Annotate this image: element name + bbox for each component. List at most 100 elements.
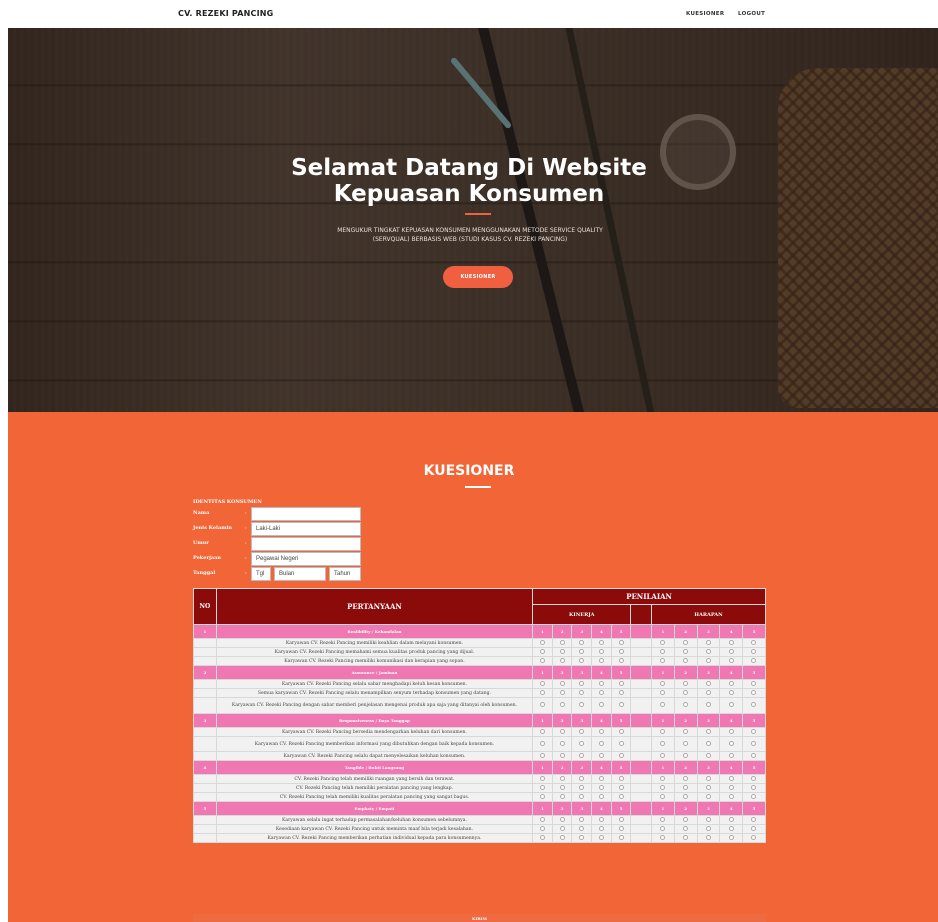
kinerja-radio[interactable] xyxy=(539,680,545,686)
kinerja-radio[interactable] xyxy=(579,728,585,734)
kinerja-radio[interactable] xyxy=(579,825,585,831)
harapan-radio[interactable] xyxy=(728,834,734,840)
harapan-radio[interactable] xyxy=(751,702,757,707)
kinerja-radio[interactable] xyxy=(618,752,624,758)
harapan-radio[interactable] xyxy=(683,816,689,822)
jenis-kelamin-select[interactable]: Laki-Laki xyxy=(251,522,361,536)
kinerja-radio[interactable] xyxy=(539,657,545,663)
harapan-radio[interactable] xyxy=(683,825,689,831)
harapan-radio[interactable] xyxy=(683,793,689,799)
nama-input[interactable] xyxy=(251,507,361,521)
kinerja-radio[interactable] xyxy=(618,825,624,831)
harapan-radio[interactable] xyxy=(705,648,711,654)
kinerja-radio[interactable] xyxy=(598,816,604,822)
harapan-radio[interactable] xyxy=(751,740,757,746)
harapan-radio[interactable] xyxy=(751,689,757,695)
kinerja-radio[interactable] xyxy=(559,680,565,686)
kinerja-radio[interactable] xyxy=(598,648,604,654)
kinerja-radio[interactable] xyxy=(539,752,545,758)
kinerja-radio[interactable] xyxy=(579,793,585,799)
kinerja-radio[interactable] xyxy=(598,639,604,645)
harapan-radio[interactable] xyxy=(728,680,734,686)
kinerja-radio[interactable] xyxy=(579,657,585,663)
harapan-radio[interactable] xyxy=(683,728,689,734)
kinerja-radio[interactable] xyxy=(539,689,545,695)
kinerja-radio[interactable] xyxy=(539,648,545,654)
harapan-radio[interactable] xyxy=(751,680,757,686)
kinerja-radio[interactable] xyxy=(579,648,585,654)
kinerja-radio[interactable] xyxy=(559,752,565,758)
kinerja-radio[interactable] xyxy=(539,793,545,799)
harapan-radio[interactable] xyxy=(660,834,666,840)
kinerja-radio[interactable] xyxy=(579,702,585,707)
harapan-radio[interactable] xyxy=(751,728,757,734)
harapan-radio[interactable] xyxy=(751,775,757,781)
harapan-radio[interactable] xyxy=(705,793,711,799)
kinerja-radio[interactable] xyxy=(539,816,545,822)
nav-link-logout[interactable]: LOGOUT xyxy=(738,11,765,17)
kinerja-radio[interactable] xyxy=(598,689,604,695)
hero-kuesioner-button[interactable]: KUESIONER xyxy=(443,266,513,288)
kinerja-radio[interactable] xyxy=(579,834,585,840)
kinerja-radio[interactable] xyxy=(539,825,545,831)
brand-logo[interactable]: CV. REZEKI PANCING xyxy=(178,9,273,18)
kinerja-radio[interactable] xyxy=(559,834,565,840)
harapan-radio[interactable] xyxy=(751,834,757,840)
harapan-radio[interactable] xyxy=(683,639,689,645)
kinerja-radio[interactable] xyxy=(579,784,585,790)
harapan-radio[interactable] xyxy=(705,740,711,746)
submit-button[interactable]: KIRIM xyxy=(193,914,766,922)
harapan-radio[interactable] xyxy=(751,752,757,758)
harapan-radio[interactable] xyxy=(751,784,757,790)
kinerja-radio[interactable] xyxy=(559,784,565,790)
harapan-radio[interactable] xyxy=(660,648,666,654)
kinerja-radio[interactable] xyxy=(598,657,604,663)
kinerja-radio[interactable] xyxy=(579,689,585,695)
tanggal-bulan-input[interactable]: Bulan xyxy=(274,567,326,581)
harapan-radio[interactable] xyxy=(751,793,757,799)
kinerja-radio[interactable] xyxy=(598,825,604,831)
harapan-radio[interactable] xyxy=(728,752,734,758)
harapan-radio[interactable] xyxy=(660,775,666,781)
kinerja-radio[interactable] xyxy=(539,784,545,790)
harapan-radio[interactable] xyxy=(705,752,711,758)
kinerja-radio[interactable] xyxy=(618,657,624,663)
kinerja-radio[interactable] xyxy=(618,793,624,799)
kinerja-radio[interactable] xyxy=(579,639,585,645)
harapan-radio[interactable] xyxy=(683,740,689,746)
harapan-radio[interactable] xyxy=(728,816,734,822)
kinerja-radio[interactable] xyxy=(618,689,624,695)
harapan-radio[interactable] xyxy=(683,680,689,686)
kinerja-radio[interactable] xyxy=(598,784,604,790)
kinerja-radio[interactable] xyxy=(579,816,585,822)
kinerja-radio[interactable] xyxy=(539,740,545,746)
harapan-radio[interactable] xyxy=(683,689,689,695)
harapan-radio[interactable] xyxy=(728,648,734,654)
harapan-radio[interactable] xyxy=(660,657,666,663)
harapan-radio[interactable] xyxy=(728,740,734,746)
harapan-radio[interactable] xyxy=(683,752,689,758)
harapan-radio[interactable] xyxy=(751,657,757,663)
harapan-radio[interactable] xyxy=(705,689,711,695)
kinerja-radio[interactable] xyxy=(559,728,565,734)
kinerja-radio[interactable] xyxy=(598,740,604,746)
harapan-radio[interactable] xyxy=(683,702,689,707)
kinerja-radio[interactable] xyxy=(618,816,624,822)
harapan-radio[interactable] xyxy=(728,793,734,799)
kinerja-radio[interactable] xyxy=(559,639,565,645)
harapan-radio[interactable] xyxy=(660,793,666,799)
harapan-radio[interactable] xyxy=(728,775,734,781)
kinerja-radio[interactable] xyxy=(598,752,604,758)
kinerja-radio[interactable] xyxy=(618,648,624,654)
harapan-radio[interactable] xyxy=(751,639,757,645)
harapan-radio[interactable] xyxy=(705,784,711,790)
harapan-radio[interactable] xyxy=(660,702,666,707)
kinerja-radio[interactable] xyxy=(539,775,545,781)
harapan-radio[interactable] xyxy=(660,639,666,645)
harapan-radio[interactable] xyxy=(683,784,689,790)
harapan-radio[interactable] xyxy=(751,825,757,831)
kinerja-radio[interactable] xyxy=(598,728,604,734)
harapan-radio[interactable] xyxy=(660,680,666,686)
kinerja-radio[interactable] xyxy=(559,816,565,822)
harapan-radio[interactable] xyxy=(705,639,711,645)
